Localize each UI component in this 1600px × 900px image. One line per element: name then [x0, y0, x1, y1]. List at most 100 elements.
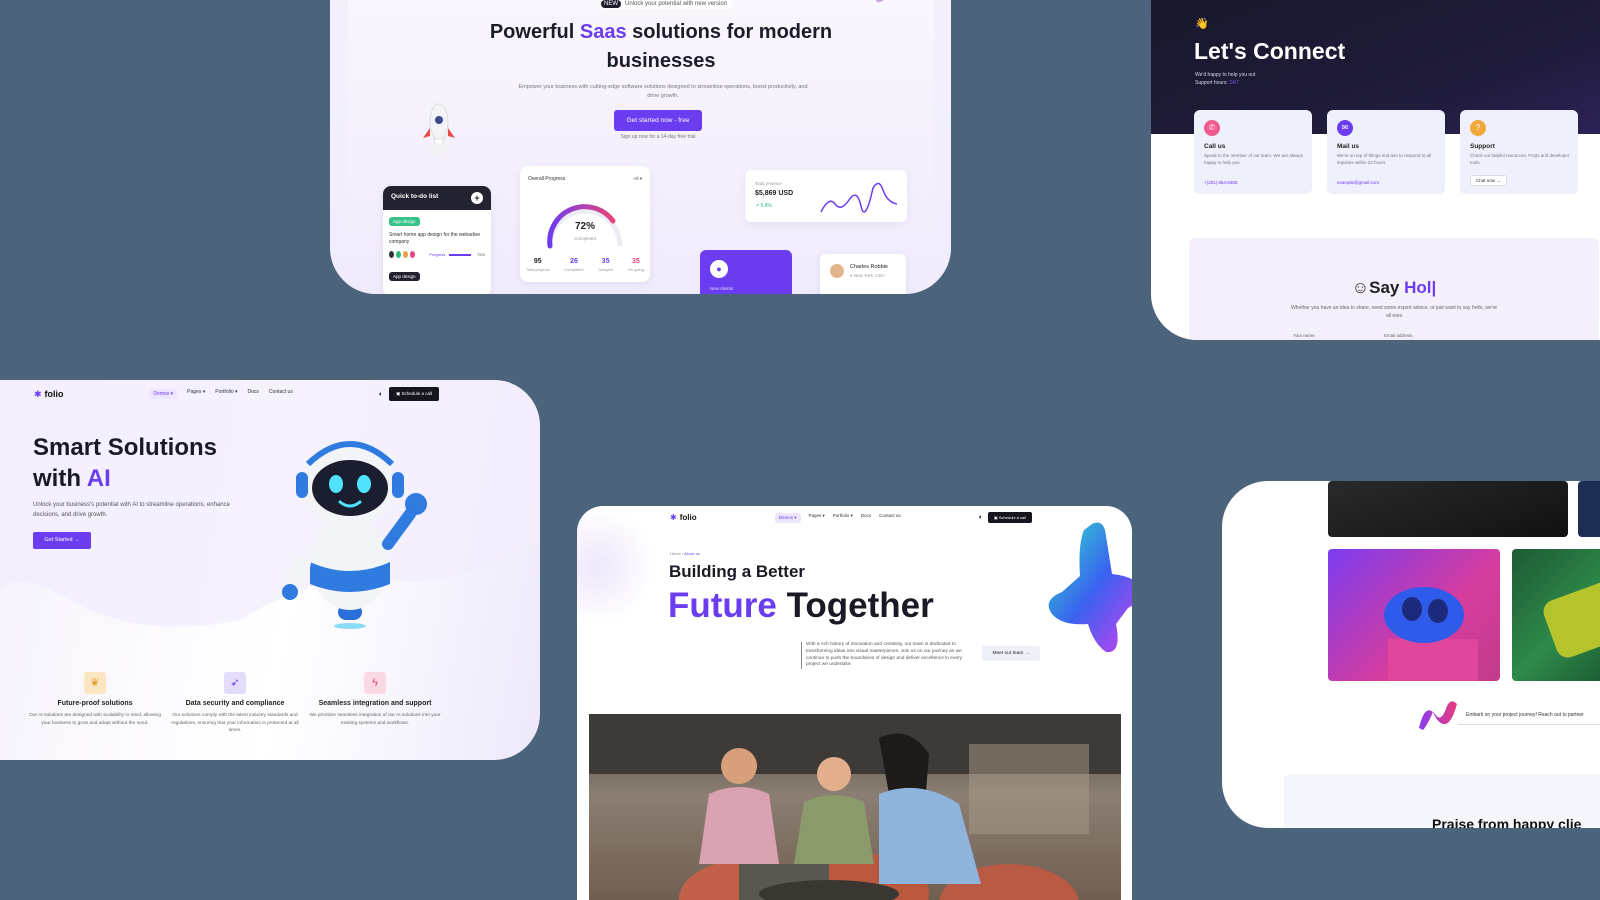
- revenue-widget: Total revenue $5,869 USD ↗ 5.8%: [745, 170, 907, 222]
- nav-item-docs[interactable]: Docs: [861, 513, 871, 523]
- new-clients-widget: ● New clients: [700, 250, 792, 294]
- rocket-icon: [423, 103, 455, 156]
- contact-option-title: Mail us: [1337, 143, 1360, 150]
- logo-icon: ✱: [670, 513, 677, 522]
- page-title: Smart Solutions with AI: [33, 432, 217, 494]
- top-nav: ✱ folio Demos ▾ Pages ▾ Portfolio ▾ Docs …: [670, 512, 1032, 523]
- saas-hero-card: NEW Unlock your potential with new versio…: [330, 0, 951, 294]
- nav-actions: ◐ ▣ Schedule a call: [379, 387, 439, 401]
- brand-logo[interactable]: ✱ folio: [670, 513, 697, 522]
- leaf-icon: ❦: [84, 672, 106, 694]
- nav-label: Pages: [187, 389, 202, 395]
- ai-hero-card: ✱ folio Demos ▾ Pages ▾ Portfolio ▾ Docs …: [0, 380, 540, 760]
- title-part: Powerful: [489, 21, 580, 43]
- overall-progress-widget: Overall Progress All ▾ 72% Completed 95 T…: [520, 166, 650, 282]
- contact-option-desc: We're on top of things and aim to respon…: [1337, 153, 1432, 165]
- avatar: [396, 251, 402, 258]
- contact-option-support: ? Support Check out helpful resources, F…: [1460, 110, 1578, 194]
- hero-subtitle: Unlock your business's potential with AI…: [33, 502, 230, 518]
- progress-label: Progress: [429, 252, 446, 257]
- portfolio-tile-drink[interactable]: [1512, 549, 1600, 681]
- meet-team-label: Meet our team: [992, 651, 1024, 656]
- stat-value: 26: [570, 258, 578, 265]
- page-title: Future Together: [668, 586, 934, 626]
- schedule-label: Schedule a call: [401, 391, 432, 396]
- nav-item-contact[interactable]: Contact us: [879, 513, 901, 523]
- get-started-button[interactable]: Get Started →: [33, 532, 91, 549]
- contact-option-call: ✆ Call us Speak to the member of our tea…: [1194, 110, 1312, 194]
- title-line: Smart Solutions: [33, 434, 218, 461]
- nav-label: Portfolio: [215, 389, 234, 395]
- schedule-call-button[interactable]: ▣ Schedule a call: [388, 387, 439, 401]
- nav-item-pages[interactable]: Pages ▾: [809, 513, 825, 523]
- trial-note: Sign up now for a 14-day free trial: [620, 134, 696, 140]
- stat-label: Total projects: [526, 267, 550, 272]
- todo-title: Quick to-do list: [391, 193, 439, 200]
- breadcrumb: Home › About us: [670, 551, 700, 556]
- nav-item-demos[interactable]: Demos ▾: [774, 512, 801, 523]
- testimonial-heading: Praise from happy clie: [1432, 816, 1582, 828]
- todo-meta: Progress 75%: [389, 251, 485, 258]
- theme-toggle-icon[interactable]: ◐: [379, 391, 383, 398]
- nav-label: Demos: [778, 514, 793, 520]
- decorative-tile: [871, 0, 903, 4]
- about-paragraph: With a rich history of innovation and cr…: [801, 642, 968, 670]
- badge-tag: NEW: [601, 0, 621, 8]
- phone-link[interactable]: +(251) 854-6308: [1204, 180, 1237, 185]
- theme-toggle-icon[interactable]: ◐: [979, 514, 983, 521]
- nav-item-demos[interactable]: Demos ▾: [149, 389, 178, 399]
- announcement-badge[interactable]: NEW Unlock your potential with new versio…: [599, 0, 734, 9]
- email-link[interactable]: example@gmail.com: [1337, 180, 1379, 185]
- earbuds-image: [1384, 587, 1478, 681]
- portfolio-tile-earbuds[interactable]: [1328, 549, 1500, 681]
- page-title: Powerful Saas solutions for modern busin…: [468, 18, 854, 76]
- avatar: [389, 251, 395, 258]
- schedule-call-button[interactable]: ▣ Schedule a call: [987, 512, 1032, 523]
- revenue-sparkline: [820, 182, 898, 213]
- drink-can-image: [1543, 580, 1600, 658]
- get-started-button[interactable]: Get started now - free: [614, 110, 702, 131]
- contact-option-title: Call us: [1204, 143, 1226, 150]
- progress-percent: 72%: [574, 221, 595, 232]
- cta-label: Get Started: [44, 537, 73, 543]
- portfolio-tile[interactable]: [1328, 481, 1568, 537]
- chat-now-button[interactable]: Chat now →: [1470, 175, 1507, 186]
- nav-item-pages[interactable]: Pages ▾: [187, 389, 205, 399]
- location-pin-icon: ⌖: [850, 273, 853, 278]
- contact-subtitle-line: We'd happy to help you out: [1195, 72, 1256, 78]
- nav-item-portfolio[interactable]: Portfolio ▾: [833, 513, 853, 523]
- filter-dropdown[interactable]: All ▾: [633, 176, 642, 182]
- nav-label: Demos: [153, 391, 170, 397]
- waving-hand-icon: 👋: [1195, 18, 1209, 30]
- contact-option-mail: ✉ Mail us We're on top of things and aim…: [1327, 110, 1445, 194]
- todo-text: Smart home app design for the webadise c…: [389, 232, 481, 245]
- contact-option-desc: Check out helpful resources, FAQs and de…: [1470, 153, 1570, 165]
- nav-item-contact[interactable]: Contact us: [269, 389, 293, 399]
- feature-desc: Our AI solutions are designed with scala…: [29, 713, 161, 726]
- breadcrumb-home[interactable]: Home: [670, 551, 681, 556]
- brand-logo[interactable]: ✱ folio: [34, 389, 64, 400]
- add-task-button[interactable]: +: [471, 192, 483, 204]
- schedule-label: Schedule a call: [998, 515, 1026, 520]
- nav-actions: ◐ ▣ Schedule a call: [979, 512, 1032, 523]
- feature-item: ❦ Future-proof solutions Our AI solution…: [25, 672, 165, 727]
- phone-icon: ✆: [1204, 120, 1220, 136]
- stat-label: On going: [627, 267, 644, 272]
- nav-item-docs[interactable]: Docs: [248, 389, 259, 399]
- todo-tag: App design: [389, 217, 420, 226]
- support-icon: ?: [1470, 120, 1486, 136]
- title-accent: Future: [668, 586, 777, 625]
- mail-icon: ✉: [1337, 120, 1353, 136]
- portfolio-tile[interactable]: [1578, 481, 1600, 537]
- revenue-change-value: 5.8%: [760, 203, 772, 209]
- nav-item-portfolio[interactable]: Portfolio ▾: [215, 389, 237, 399]
- stat-label: Completed: [564, 267, 584, 272]
- breadcrumb-current: About us: [684, 551, 700, 556]
- todo-widget: Quick to-do list + App design Smart home …: [383, 186, 491, 294]
- portfolio-card: Embark on your project journey! Reach ou…: [1222, 481, 1600, 828]
- revenue-value: $5,869 USD: [755, 190, 794, 197]
- todo-tag: App design: [389, 272, 420, 281]
- feature-desc: Our solutions comply with the latest ind…: [171, 713, 299, 733]
- feature-item: ϟ Seamless integration and support We pr…: [305, 672, 445, 727]
- hero-subtitle: Empower your business with cutting-edge …: [518, 84, 808, 99]
